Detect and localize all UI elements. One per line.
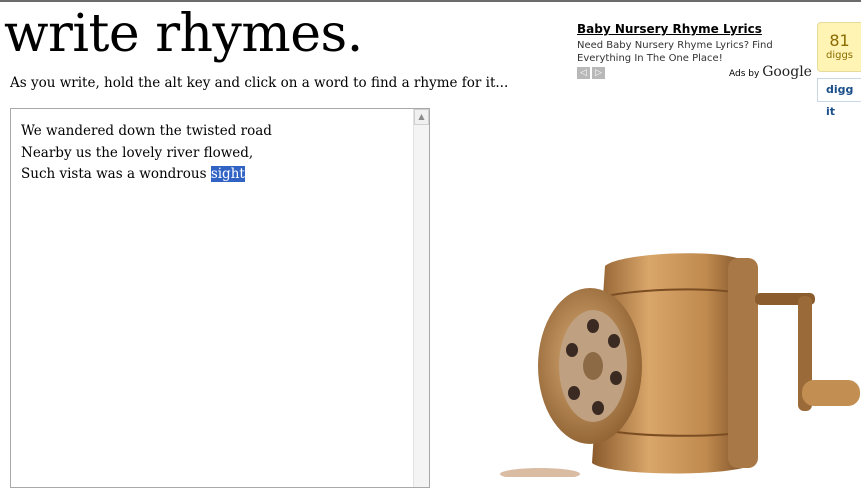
ad-description: Need Baby Nursery Rhyme Lyrics? Find Eve… — [577, 40, 773, 64]
ad-next-icon[interactable]: ▷ — [592, 67, 605, 79]
pencil-sharpener-image — [500, 253, 860, 477]
top-border — [0, 0, 861, 2]
instructions-text: As you write, hold the alt key and click… — [10, 75, 509, 91]
poem-line: Nearby us the lovely river flowed, — [21, 143, 411, 165]
poem-line-text: We wandered down the twisted road — [21, 123, 272, 139]
poem-line-text: Nearby us the lovely river flowed, — [21, 144, 254, 161]
poem-line: We wandered down the twisted road — [21, 121, 411, 143]
selected-word[interactable]: sight — [210, 166, 245, 182]
ad-prev-icon[interactable]: ◁ — [577, 67, 590, 79]
google-ad: Baby Nursery Rhyme Lyrics Need Baby Nurs… — [577, 22, 812, 80]
poem-textarea[interactable]: We wandered down the twisted road Nearby… — [10, 108, 430, 488]
vertical-scrollbar[interactable]: ▲ — [413, 109, 429, 487]
ad-nav: ◁ ▷ — [577, 67, 605, 79]
ad-title-link[interactable]: Baby Nursery Rhyme Lyrics — [577, 22, 812, 36]
scroll-up-icon[interactable]: ▲ — [414, 109, 429, 125]
ads-by-google[interactable]: Ads by Google — [729, 64, 812, 80]
google-logo: Google — [762, 64, 812, 80]
digg-label: diggs — [825, 50, 854, 61]
digg-count-badge[interactable]: 81 diggs — [817, 22, 861, 72]
poem-line: Such vista was a wondrous sight — [21, 164, 411, 186]
poem-line-text: Such vista was a wondrous — [21, 166, 211, 182]
poem-text[interactable]: We wandered down the twisted road Nearby… — [21, 121, 411, 186]
digg-it-button[interactable]: digg it — [817, 78, 861, 118]
digg-count: 81 — [829, 31, 850, 50]
site-title: write rhymes. — [4, 4, 363, 64]
ads-by-label: Ads by — [729, 69, 760, 79]
